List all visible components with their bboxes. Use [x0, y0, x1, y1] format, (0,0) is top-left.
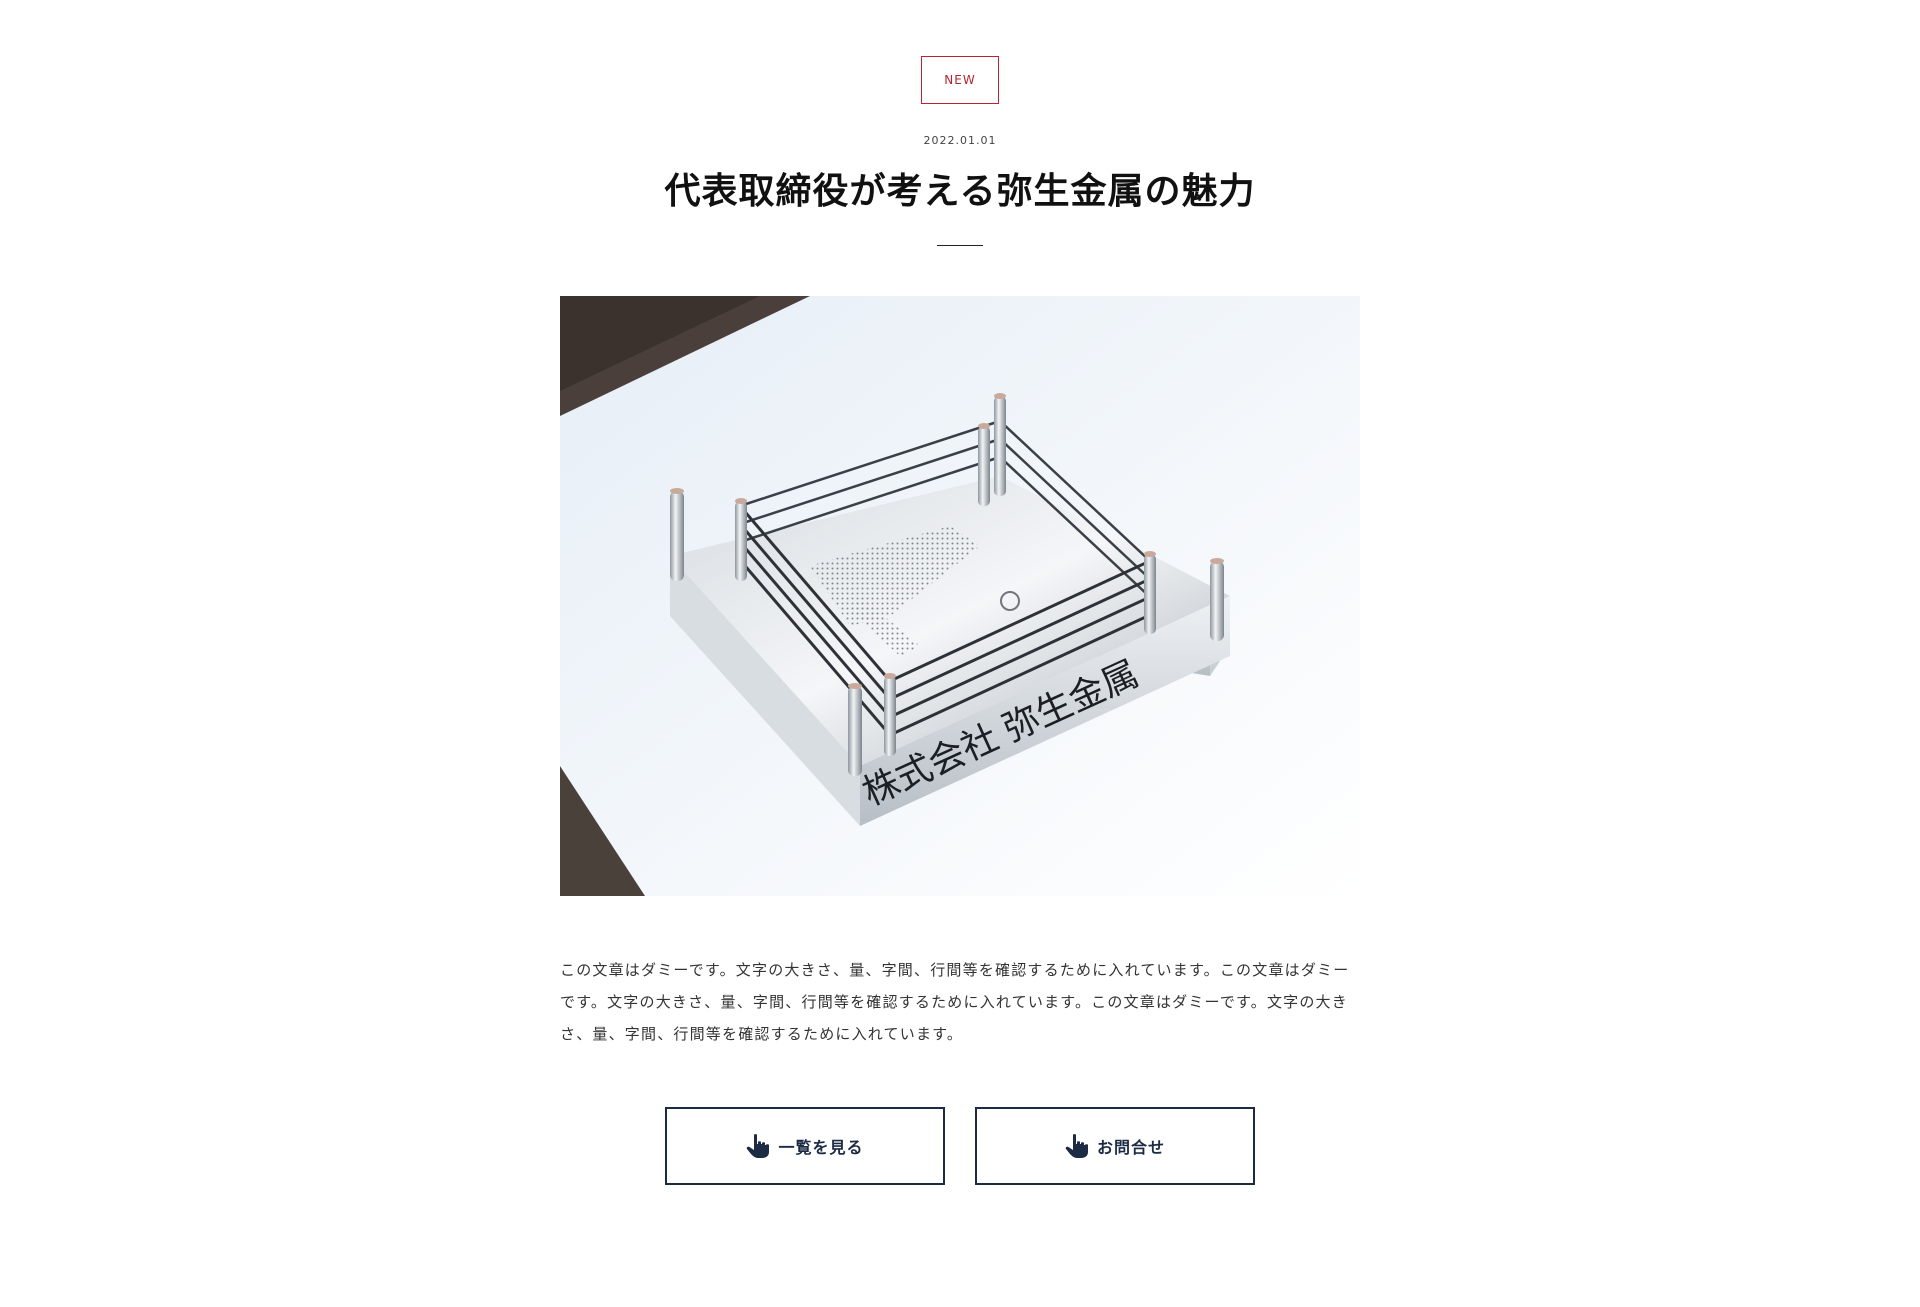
hand-pointer-icon: [1065, 1133, 1089, 1159]
hand-pointer-icon: [746, 1133, 770, 1159]
article-page: NEW 2022.01.01 代表取締役が考える弥生金属の魅力 株式会社 弥生金…: [0, 0, 1920, 1307]
view-list-button[interactable]: 一覧を見る: [665, 1107, 945, 1185]
view-list-label: 一覧を見る: [778, 1138, 864, 1157]
article-photo: 株式会社 弥生金属: [560, 296, 1360, 896]
article-title: 代表取締役が考える弥生金属の魅力: [664, 171, 1256, 212]
contact-button[interactable]: お問合せ: [975, 1107, 1255, 1185]
article-body: この文章はダミーです。文字の大きさ、量、字間、行間等を確認するために入れています…: [560, 961, 1350, 1043]
new-badge: NEW: [921, 56, 999, 104]
contact-label: お問合せ: [1096, 1138, 1165, 1157]
title-divider: [937, 245, 983, 246]
post-date: 2022.01.01: [923, 134, 997, 147]
